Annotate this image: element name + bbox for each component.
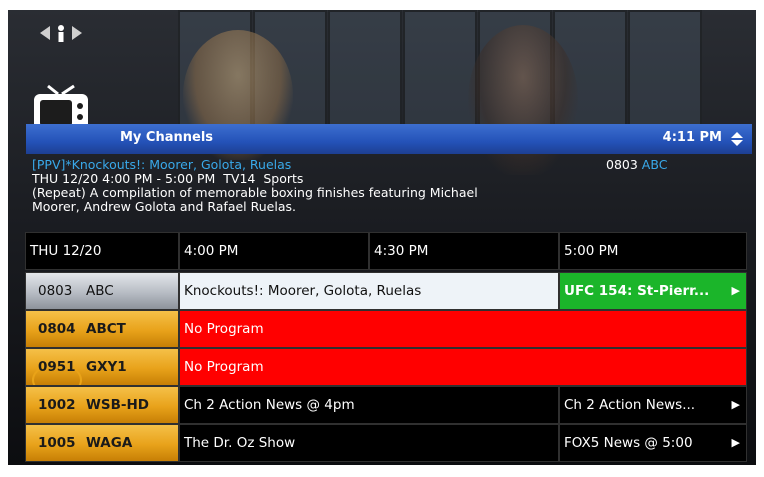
program-title: FOX5 News @ 5:00 <box>564 435 693 451</box>
program-channel-name: ABC <box>641 157 668 172</box>
channel-callsign: WSB-HD <box>86 397 150 413</box>
background-window <box>628 10 702 134</box>
channel-number: 0803 <box>38 283 73 299</box>
page-title: My Channels <box>120 130 214 145</box>
guide-row: 0804 ABCT No Program <box>25 310 747 348</box>
right-arrow-icon: ▶ <box>731 436 740 449</box>
channel-number: 1002 <box>38 397 76 413</box>
guide-row: 1002 WSB-HD Ch 2 Action News @ 4pm Ch 2 … <box>25 386 747 424</box>
info-icon-glyph <box>40 25 82 42</box>
channel-cell[interactable]: 0803 ABC <box>25 272 179 310</box>
program-title: Ch 2 Action News... <box>564 397 696 413</box>
program-cell[interactable]: No Program <box>179 310 747 348</box>
program-cell[interactable]: Knockouts!: Moorer, Golota, Ruelas <box>179 272 559 310</box>
sort-up-down-icon[interactable] <box>730 131 744 147</box>
channel-cell[interactable]: 1005 WAGA <box>25 424 179 462</box>
channel-callsign: ABC <box>86 283 114 299</box>
right-arrow-icon: ▶ <box>731 398 740 411</box>
background-window <box>403 10 477 134</box>
program-synopsis-line2: Moorer, Andrew Golota and Rafael Ruelas. <box>32 199 296 214</box>
program-description: [PPV]*Knockouts!: Moorer, Golota, Ruelas… <box>32 158 752 214</box>
channel-callsign: GXY1 <box>86 359 127 375</box>
time-slot-header: 5:00 PM <box>559 232 747 270</box>
channel-cell[interactable]: 0804 ABCT <box>25 310 179 348</box>
guide-row: 0803 ABC Knockouts!: Moorer, Golota, Rue… <box>25 272 747 310</box>
program-cell[interactable]: No Program <box>179 348 747 386</box>
time-slot-header: 4:30 PM <box>369 232 559 270</box>
program-title: UFC 154: St-Pierr... <box>564 283 710 299</box>
program-cell[interactable]: FOX5 News @ 5:00 ▶ <box>559 424 747 462</box>
background-window <box>328 10 402 134</box>
guide-date: THU 12/20 <box>25 232 179 270</box>
channel-cell[interactable]: 0951 GXY1 <box>25 348 179 386</box>
right-arrow-icon: ▶ <box>731 284 740 297</box>
info-icon[interactable] <box>38 22 84 44</box>
channel-callsign: ABCT <box>86 321 126 337</box>
time-slot-header: 4:00 PM <box>179 232 369 270</box>
program-cell[interactable]: The Dr. Oz Show <box>179 424 559 462</box>
program-cell[interactable]: Ch 2 Action News @ 4pm <box>179 386 559 424</box>
program-title: [PPV]*Knockouts!: Moorer, Golota, Ruelas <box>32 157 292 172</box>
guide-header-row: THU 12/20 4:00 PM 4:30 PM 5:00 PM <box>25 232 747 270</box>
channel-callsign: WAGA <box>86 435 133 451</box>
guide-row: 0951 GXY1 No Program <box>25 348 747 386</box>
channel-cell[interactable]: 1002 WSB-HD <box>25 386 179 424</box>
program-cell[interactable]: Ch 2 Action News... ▶ <box>559 386 747 424</box>
program-airing: THU 12/20 4:00 PM - 5:00 PM TV14 Sports <box>32 171 304 186</box>
program-channel-number: 0803 <box>606 157 638 172</box>
clock: 4:11 PM <box>662 130 722 145</box>
guide-grid: THU 12/20 4:00 PM 4:30 PM 5:00 PM 0803 A… <box>25 232 747 462</box>
program-channel: 0803 ABC <box>606 158 667 172</box>
channel-number: 0951 <box>38 359 76 375</box>
channel-number: 1005 <box>38 435 76 451</box>
channel-number: 0804 <box>38 321 76 337</box>
guide-row: 1005 WAGA The Dr. Oz Show FOX5 News @ 5:… <box>25 424 747 462</box>
header-bar: My Channels 4:11 PM <box>26 124 752 154</box>
program-cell[interactable]: UFC 154: St-Pierr... ▶ <box>559 272 747 310</box>
program-synopsis-line1: (Repeat) A compilation of memorable boxi… <box>32 185 478 200</box>
tv-guide-screen: My Channels 4:11 PM [PPV]*Knockouts!: Mo… <box>8 10 756 465</box>
